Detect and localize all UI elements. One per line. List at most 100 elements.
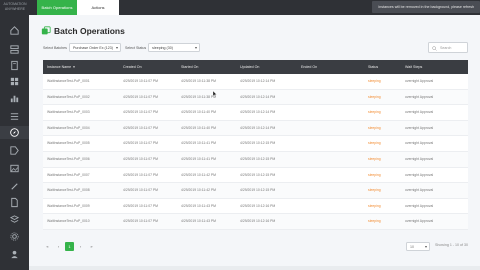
cell-instance-name: WaitInstanceTest-PoP_0008 <box>47 188 90 193</box>
cell-created-on: 4/29/2019 10:11:07 PM <box>123 188 159 193</box>
chevron-down-icon <box>115 47 118 49</box>
cell-started-on: 4/29/2019 10:11:38 PM <box>181 79 217 83</box>
chevron-down-icon <box>195 47 198 49</box>
tag-icon[interactable] <box>8 144 21 157</box>
cell-wait-steps: overnight Approval <box>405 188 434 193</box>
column-header-status[interactable]: Status <box>368 60 378 74</box>
next-page-button[interactable]: › <box>76 242 85 251</box>
column-header-started-on[interactable]: Started On <box>181 60 198 74</box>
table-row[interactable]: WaitInstanceTest-PoP_0002 4/29/2019 10:11… <box>43 89 468 106</box>
cell-wait-steps: overnight Approval <box>405 219 434 224</box>
cell-wait-steps: overnight Approval <box>405 172 434 177</box>
file-icon[interactable] <box>8 196 21 209</box>
status-select[interactable]: sleeping (30) <box>148 43 201 52</box>
cell-instance-name: WaitInstanceTest-PoP_0001 <box>47 79 90 83</box>
search-icon <box>432 45 437 51</box>
top-nav: Batch Operations Actions Instances will … <box>29 0 480 15</box>
cell-status: sleeping <box>368 125 381 130</box>
cell-status: sleeping <box>368 94 381 99</box>
cell-started-on: 4/29/2019 10:11:40 PM <box>181 125 217 130</box>
cell-created-on: 4/29/2019 10:11:07 PM <box>123 141 159 146</box>
cell-started-on: 4/29/2019 10:11:42 PM <box>181 172 217 177</box>
table-row[interactable]: WaitInstanceTest-PoP_0008 4/29/2019 10:11… <box>43 183 468 199</box>
cell-created-on: 4/29/2019 10:11:07 PM <box>123 94 159 99</box>
table-row[interactable]: WaitInstanceTest-PoP_0006 4/29/2019 10:11… <box>43 151 468 168</box>
column-header-ended-on[interactable]: Ended On <box>301 60 317 74</box>
column-header-updated-on[interactable]: Updated On <box>240 60 259 74</box>
table-row[interactable]: WaitInstanceTest-PoP_0010 4/29/2019 10:11… <box>43 214 468 230</box>
search-input[interactable]: Search <box>428 42 468 53</box>
cell-wait-steps: overnight Approval <box>405 125 434 130</box>
showing-count: Showing 1 - 10 of 30 <box>435 243 468 247</box>
pencil-icon[interactable] <box>8 180 21 193</box>
page-header: Batch Operations <box>41 26 125 36</box>
table-row[interactable]: WaitInstanceTest-PoP_0004 4/29/2019 10:11… <box>43 120 468 137</box>
per-page-value: 10 <box>410 245 414 249</box>
cell-instance-name: WaitInstanceTest-PoP_0006 <box>47 156 90 161</box>
sort-arrow-icon: ▾ <box>73 65 75 69</box>
cell-created-on: 4/29/2019 10:11:07 PM <box>123 172 159 177</box>
search-placeholder: Search <box>440 46 452 50</box>
cell-status: sleeping <box>368 156 381 161</box>
bottom-bar <box>29 266 480 270</box>
image-icon[interactable] <box>8 162 21 175</box>
cell-status: sleeping <box>368 219 381 224</box>
status-filter-label: Select Status <box>124 45 147 50</box>
cell-created-on: 4/29/2019 10:11:07 PM <box>123 203 159 208</box>
first-page-button[interactable]: « <box>43 242 52 251</box>
server-icon[interactable] <box>8 43 21 56</box>
table-header: Instance Name ▾ Created On Started On Upd… <box>43 60 468 74</box>
cell-updated-on: 4/29/2019 10:12:14 PM <box>240 79 276 83</box>
notification-toast: Instances will be removed in the backgro… <box>372 1 480 13</box>
home-icon[interactable] <box>8 24 21 37</box>
cell-updated-on: 4/29/2019 10:12:15 PM <box>240 156 276 161</box>
app-logo: AUTOMATION ANYWHERE <box>3 2 27 11</box>
per-page-select[interactable]: 10 <box>406 242 430 251</box>
batch-select-value: Purchase Order Ex (123) <box>72 46 113 50</box>
cell-updated-on: 4/29/2019 10:12:14 PM <box>240 125 276 130</box>
cell-wait-steps: overnight Approval <box>405 203 434 208</box>
layers-icon[interactable] <box>8 213 21 226</box>
cell-status: sleeping <box>368 79 381 83</box>
table-row[interactable]: WaitInstanceTest-PoP_0009 4/29/2019 10:11… <box>43 199 468 215</box>
column-header-wait-steps[interactable]: Wait Steps <box>405 60 422 74</box>
cell-started-on: 4/29/2019 10:11:38 PM <box>181 94 217 99</box>
user-icon[interactable] <box>8 248 21 261</box>
cell-status: sleeping <box>368 188 381 193</box>
status-select-value: sleeping (30) <box>152 46 173 50</box>
list-icon[interactable] <box>8 110 21 123</box>
cell-updated-on: 4/29/2019 10:12:14 PM <box>240 110 276 115</box>
grid-icon[interactable] <box>8 75 21 88</box>
cell-wait-steps: overnight Approval <box>405 79 434 83</box>
cell-instance-name: WaitInstanceTest-PoP_0009 <box>47 203 90 208</box>
table-row[interactable]: WaitInstanceTest-PoP_0001 4/29/2019 10:11… <box>43 74 468 90</box>
cell-started-on: 4/29/2019 10:11:43 PM <box>181 203 217 208</box>
table-body: WaitInstanceTest-PoP_0001 4/29/2019 10:11… <box>43 74 468 230</box>
cell-started-on: 4/29/2019 10:11:42 PM <box>181 188 217 193</box>
pagination: « ‹ 1 › » <box>43 242 98 251</box>
cell-started-on: 4/29/2019 10:11:41 PM <box>181 141 217 146</box>
cell-wait-steps: overnight Approval <box>405 110 434 115</box>
column-header-created-on[interactable]: Created On <box>123 60 142 74</box>
chart-icon[interactable] <box>8 92 21 105</box>
cell-created-on: 4/29/2019 10:11:07 PM <box>123 79 159 83</box>
cell-instance-name: WaitInstanceTest-PoP_0003 <box>47 110 90 115</box>
batch-select[interactable]: Purchase Order Ex (123) <box>68 43 121 52</box>
cell-instance-name: WaitInstanceTest-PoP_0005 <box>47 141 90 146</box>
cell-updated-on: 4/29/2019 10:12:15 PM <box>240 141 276 146</box>
table-row[interactable]: WaitInstanceTest-PoP_0003 4/29/2019 10:11… <box>43 105 468 121</box>
compass-icon[interactable] <box>0 126 29 139</box>
table-row[interactable]: WaitInstanceTest-PoP_0007 4/29/2019 10:11… <box>43 168 468 184</box>
cell-instance-name: WaitInstanceTest-PoP_0010 <box>47 219 90 224</box>
cell-updated-on: 4/29/2019 10:12:16 PM <box>240 219 276 224</box>
settings-icon[interactable] <box>8 230 21 243</box>
page-button-current[interactable]: 1 <box>65 242 74 251</box>
tab-actions[interactable]: Actions <box>77 0 119 15</box>
document-icon[interactable] <box>8 59 21 72</box>
cell-instance-name: WaitInstanceTest-PoP_0004 <box>47 125 90 130</box>
column-header-instance-name[interactable]: Instance Name ▾ <box>47 60 75 74</box>
last-page-button[interactable]: » <box>87 242 96 251</box>
tab-batch-operations[interactable]: Batch Operations <box>37 0 77 15</box>
prev-page-button[interactable]: ‹ <box>54 242 63 251</box>
table-row[interactable]: WaitInstanceTest-PoP_0005 4/29/2019 10:11… <box>43 136 468 152</box>
